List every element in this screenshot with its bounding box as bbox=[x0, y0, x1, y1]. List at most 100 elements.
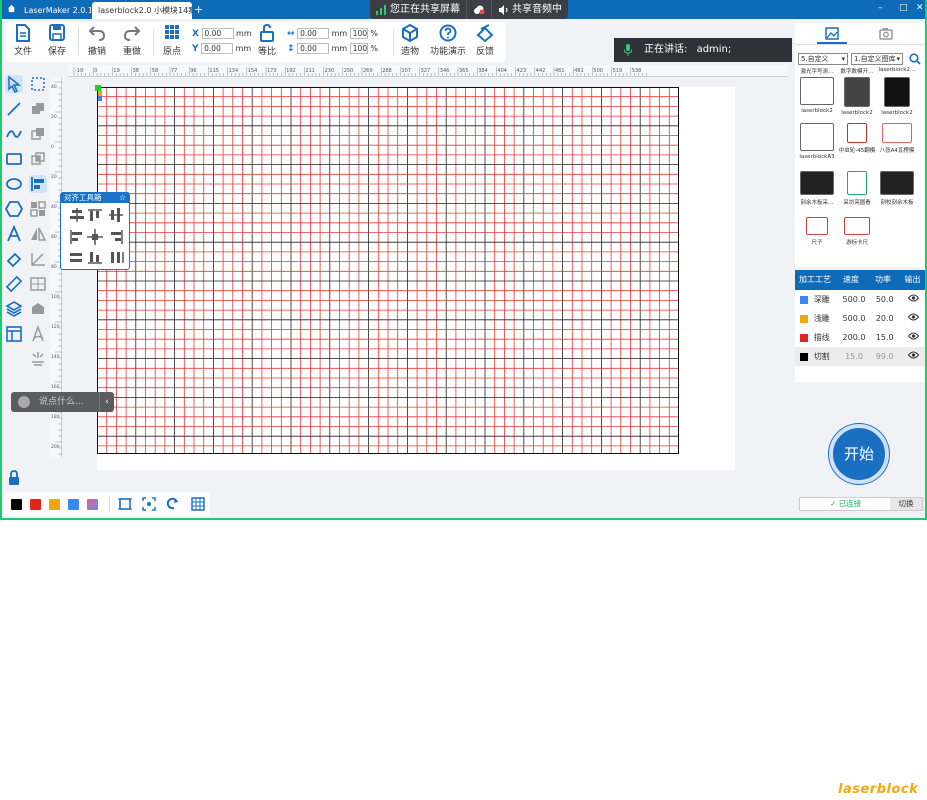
union-tool[interactable] bbox=[29, 100, 47, 118]
width-percent-input[interactable]: 100 bbox=[349, 28, 368, 39]
grid-toggle-icon[interactable] bbox=[191, 497, 205, 511]
minimize-button[interactable]: – bbox=[878, 3, 883, 13]
tab-lasermaker[interactable]: LaserMaker 2.0.12 bbox=[18, 2, 91, 19]
polygon-tool[interactable] bbox=[4, 200, 24, 218]
new-tab-button[interactable]: + bbox=[194, 3, 203, 16]
align-center-icon[interactable] bbox=[87, 229, 103, 245]
process-color-swatch[interactable] bbox=[800, 333, 808, 342]
rectangle-tool[interactable] bbox=[5, 150, 23, 168]
y-input[interactable]: 0.00 bbox=[201, 43, 234, 54]
3d-tool[interactable] bbox=[29, 300, 47, 318]
demo-button[interactable]: 功能演示 bbox=[429, 24, 467, 57]
share-screen-indicator[interactable]: 您正在共享屏幕 bbox=[370, 0, 467, 19]
chat-input[interactable]: 说点什么... ‹ bbox=[11, 392, 114, 412]
subtract-tool[interactable] bbox=[29, 125, 47, 143]
gallery-item[interactable]: 激光字号测… bbox=[797, 67, 837, 75]
gallery-item[interactable]: laserblock2 bbox=[837, 77, 877, 116]
gallery-item[interactable]: laserblock2… bbox=[877, 67, 917, 73]
eye-icon[interactable] bbox=[900, 328, 925, 347]
align-top-icon[interactable] bbox=[88, 209, 102, 221]
line-tool[interactable] bbox=[5, 100, 23, 118]
align-right-icon[interactable] bbox=[111, 230, 123, 244]
color-swatch-blue[interactable] bbox=[68, 499, 79, 510]
process-speed[interactable]: 200.0 bbox=[839, 328, 870, 347]
category-select[interactable]: 5.自定义 ▾ bbox=[798, 53, 848, 65]
save-button[interactable]: 保存 bbox=[42, 24, 72, 57]
gallery-item[interactable]: 中虫轮-45翻模 bbox=[837, 123, 877, 154]
redo-button[interactable]: 重做 bbox=[117, 24, 147, 57]
process-row[interactable]: 浅雕 500.0 20.0 bbox=[795, 309, 925, 328]
eye-icon[interactable] bbox=[900, 309, 925, 328]
process-row[interactable]: 描线 200.0 15.0 bbox=[795, 328, 925, 347]
eraser-tool[interactable] bbox=[5, 250, 23, 268]
process-color-swatch[interactable] bbox=[800, 314, 808, 323]
distribute-vertical-icon[interactable] bbox=[111, 252, 124, 263]
search-icon[interactable] bbox=[909, 53, 921, 65]
pin-icon[interactable]: ☆ bbox=[119, 193, 126, 203]
layers-tool[interactable] bbox=[5, 300, 23, 318]
scatter-tool[interactable] bbox=[29, 350, 47, 368]
align-tool[interactable] bbox=[29, 175, 47, 193]
process-speed[interactable]: 500.0 bbox=[839, 290, 870, 309]
array-tool[interactable] bbox=[29, 200, 47, 218]
intersect-tool[interactable] bbox=[29, 150, 47, 168]
close-button[interactable]: ✕ bbox=[916, 3, 924, 13]
gallery-item[interactable]: 尺子 bbox=[797, 217, 837, 246]
refresh-icon[interactable] bbox=[166, 497, 180, 511]
text-tool[interactable] bbox=[5, 224, 23, 243]
build-button[interactable]: 造物 bbox=[395, 24, 425, 57]
compass-tool[interactable] bbox=[29, 324, 47, 343]
color-swatch-gradient[interactable] bbox=[87, 499, 98, 510]
library-select[interactable]: 1.自定义图库 ▾ bbox=[851, 53, 903, 65]
fit-frame-icon[interactable] bbox=[118, 497, 132, 511]
eye-icon[interactable] bbox=[900, 347, 925, 366]
image-gallery-icon[interactable] bbox=[825, 27, 839, 40]
curve-tool[interactable] bbox=[5, 125, 23, 143]
height-input[interactable]: 0.00 bbox=[297, 43, 330, 54]
gallery-item[interactable]: 游标卡尺 bbox=[837, 217, 877, 246]
process-power[interactable]: 50.0 bbox=[869, 290, 900, 309]
ellipse-tool[interactable] bbox=[5, 175, 23, 193]
selection-handles[interactable] bbox=[95, 85, 103, 105]
camera-icon[interactable] bbox=[879, 27, 893, 40]
measure-tool[interactable] bbox=[5, 275, 23, 293]
align-center-horizontal-icon[interactable] bbox=[70, 208, 84, 222]
maximize-button[interactable]: □ bbox=[899, 3, 908, 13]
focus-target-icon[interactable] bbox=[142, 497, 156, 511]
x-input[interactable]: 0.00 bbox=[201, 28, 234, 39]
origin-button[interactable]: 原点 bbox=[157, 24, 187, 57]
gallery-item[interactable]: 数字数模开… bbox=[837, 67, 877, 75]
gallery-item[interactable]: 刻校刻余木板 bbox=[877, 171, 917, 206]
angle-tool[interactable] bbox=[29, 250, 47, 268]
gallery-item[interactable]: laserblock2 bbox=[877, 77, 917, 116]
color-swatch-orange[interactable] bbox=[49, 499, 60, 510]
gallery-item[interactable]: 采坊亮圆看 bbox=[837, 171, 877, 206]
handle-blue[interactable] bbox=[98, 96, 102, 101]
process-speed[interactable]: 15.0 bbox=[839, 347, 870, 366]
table-tool[interactable] bbox=[29, 275, 47, 293]
color-swatch-red[interactable] bbox=[30, 499, 41, 510]
process-row[interactable]: 切割 15.0 99.0 bbox=[795, 347, 925, 366]
file-button[interactable]: 文件 bbox=[8, 24, 38, 57]
process-power[interactable]: 20.0 bbox=[869, 309, 900, 328]
layout-tool[interactable] bbox=[5, 325, 23, 343]
undo-button[interactable]: 撤销 bbox=[82, 24, 112, 57]
align-left-icon[interactable] bbox=[70, 230, 82, 244]
process-power[interactable]: 99.0 bbox=[869, 347, 900, 366]
marquee-tool[interactable] bbox=[29, 75, 47, 93]
select-tool[interactable] bbox=[5, 75, 23, 94]
lock-button[interactable] bbox=[6, 470, 22, 486]
distribute-horizontal-icon[interactable] bbox=[70, 253, 82, 262]
collapse-chat-icon[interactable]: ‹ bbox=[99, 392, 114, 412]
start-button[interactable]: 开始 bbox=[829, 424, 889, 484]
width-input[interactable]: 0.00 bbox=[297, 28, 330, 39]
switch-button[interactable]: 切换 bbox=[890, 498, 922, 510]
process-row[interactable]: 深雕 500.0 50.0 bbox=[795, 290, 925, 309]
process-speed[interactable]: 500.0 bbox=[839, 309, 870, 328]
gallery-item[interactable]: laserblock2 bbox=[797, 77, 837, 114]
align-center-vertical-icon[interactable] bbox=[109, 208, 123, 222]
gallery-item[interactable]: laserblockA3 bbox=[797, 123, 837, 160]
process-color-swatch[interactable] bbox=[800, 295, 808, 304]
gallery-item[interactable]: 八张A4瓦楞模 bbox=[877, 123, 917, 154]
ratio-lock-button[interactable]: 等比 bbox=[252, 24, 282, 57]
